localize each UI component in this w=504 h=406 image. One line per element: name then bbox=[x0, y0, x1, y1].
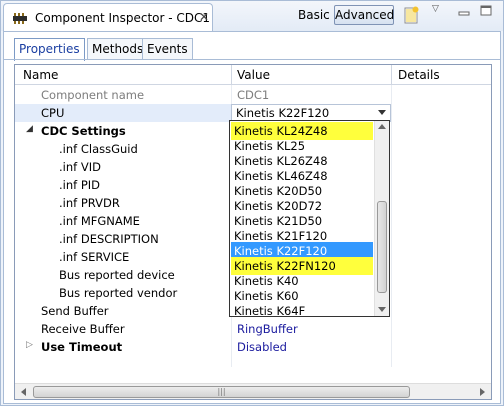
property-name: Bus reported device bbox=[59, 268, 175, 282]
expand-open-icon[interactable]: ◢ bbox=[26, 124, 33, 134]
property-name: .inf SERVICE bbox=[59, 250, 130, 264]
new-page-icon[interactable] bbox=[404, 6, 419, 24]
view-title: Component Inspector - CDC1 bbox=[35, 11, 211, 25]
property-name: Receive Buffer bbox=[41, 322, 125, 336]
basic-mode-toggle[interactable]: Basic bbox=[298, 8, 330, 22]
tab-properties[interactable]: Properties bbox=[14, 38, 85, 61]
column-header-details[interactable]: Details bbox=[398, 68, 440, 82]
property-name: .inf DESCRIPTION bbox=[59, 232, 159, 246]
inspector-tabs: Properties Methods Events bbox=[4, 32, 500, 61]
view-tab-component-inspector[interactable]: Component Inspector - CDC1 ✕ bbox=[3, 3, 213, 31]
tab-events[interactable]: Events bbox=[142, 38, 193, 60]
cpu-select-value: Kinetis K22F120 bbox=[236, 106, 330, 120]
minimize-icon[interactable] bbox=[457, 5, 471, 17]
column-divider[interactable] bbox=[391, 65, 392, 85]
tab-methods[interactable]: Methods bbox=[87, 38, 149, 60]
dropdown-scrollbar[interactable] bbox=[374, 121, 389, 316]
column-divider[interactable] bbox=[231, 65, 232, 85]
horizontal-scroll-thumb[interactable]: ||| bbox=[33, 386, 410, 398]
view-menu-icon[interactable]: ▽ bbox=[432, 4, 439, 14]
expand-closed-icon[interactable]: ▷ bbox=[26, 340, 33, 350]
property-name: .inf PRVDR bbox=[59, 196, 120, 210]
property-value: CDC1 bbox=[237, 88, 270, 102]
dropdown-scroll-thumb[interactable] bbox=[377, 201, 387, 293]
view-tab-bar: Component Inspector - CDC1 ✕ Basic Advan… bbox=[1, 1, 503, 31]
property-name: Send Buffer bbox=[41, 304, 109, 318]
property-name: .inf PID bbox=[59, 178, 101, 192]
property-name: .inf MFGNAME bbox=[59, 214, 140, 228]
component-inspector-window: Component Inspector - CDC1 ✕ Basic Advan… bbox=[0, 0, 504, 406]
scroll-up-icon[interactable] bbox=[378, 124, 386, 129]
scroll-right-icon[interactable] bbox=[480, 388, 485, 396]
property-value[interactable]: Disabled bbox=[237, 340, 287, 354]
property-name: Bus reported vendor bbox=[59, 286, 178, 300]
table-header: Name Value Details bbox=[15, 65, 491, 85]
property-name: CDC Settings bbox=[41, 124, 126, 138]
column-header-name[interactable]: Name bbox=[23, 68, 58, 82]
dropdown-arrow-icon[interactable] bbox=[378, 110, 386, 115]
table-row[interactable]: ▷ Use Timeout Disabled bbox=[15, 338, 491, 356]
property-value[interactable]: RingBuffer bbox=[237, 322, 298, 336]
component-inspector-icon bbox=[13, 13, 27, 24]
property-name: Use Timeout bbox=[41, 340, 123, 354]
table-row[interactable]: Component name CDC1 bbox=[15, 86, 491, 104]
cpu-dropdown-list[interactable]: Kinetis KL24Z48 Kinetis KL25 Kinetis KL2… bbox=[229, 120, 390, 320]
property-name: .inf ClassGuid bbox=[59, 142, 138, 156]
close-icon[interactable]: ✕ bbox=[199, 10, 209, 24]
advanced-mode-button[interactable]: Advanced bbox=[334, 5, 394, 25]
column-header-value[interactable]: Value bbox=[237, 68, 270, 82]
maximize-icon[interactable] bbox=[479, 5, 493, 17]
tabs-divider bbox=[4, 59, 500, 60]
property-name: Component name bbox=[41, 88, 145, 102]
horizontal-scrollbar[interactable]: ||| bbox=[15, 383, 491, 399]
dropdown-option[interactable]: Kinetis K64F bbox=[231, 302, 373, 320]
property-name: .inf VID bbox=[59, 160, 101, 174]
scroll-down-icon[interactable] bbox=[378, 307, 386, 312]
property-name: CPU bbox=[41, 106, 65, 120]
scroll-left-icon[interactable] bbox=[21, 388, 26, 396]
table-row[interactable]: Receive Buffer RingBuffer bbox=[15, 320, 491, 338]
